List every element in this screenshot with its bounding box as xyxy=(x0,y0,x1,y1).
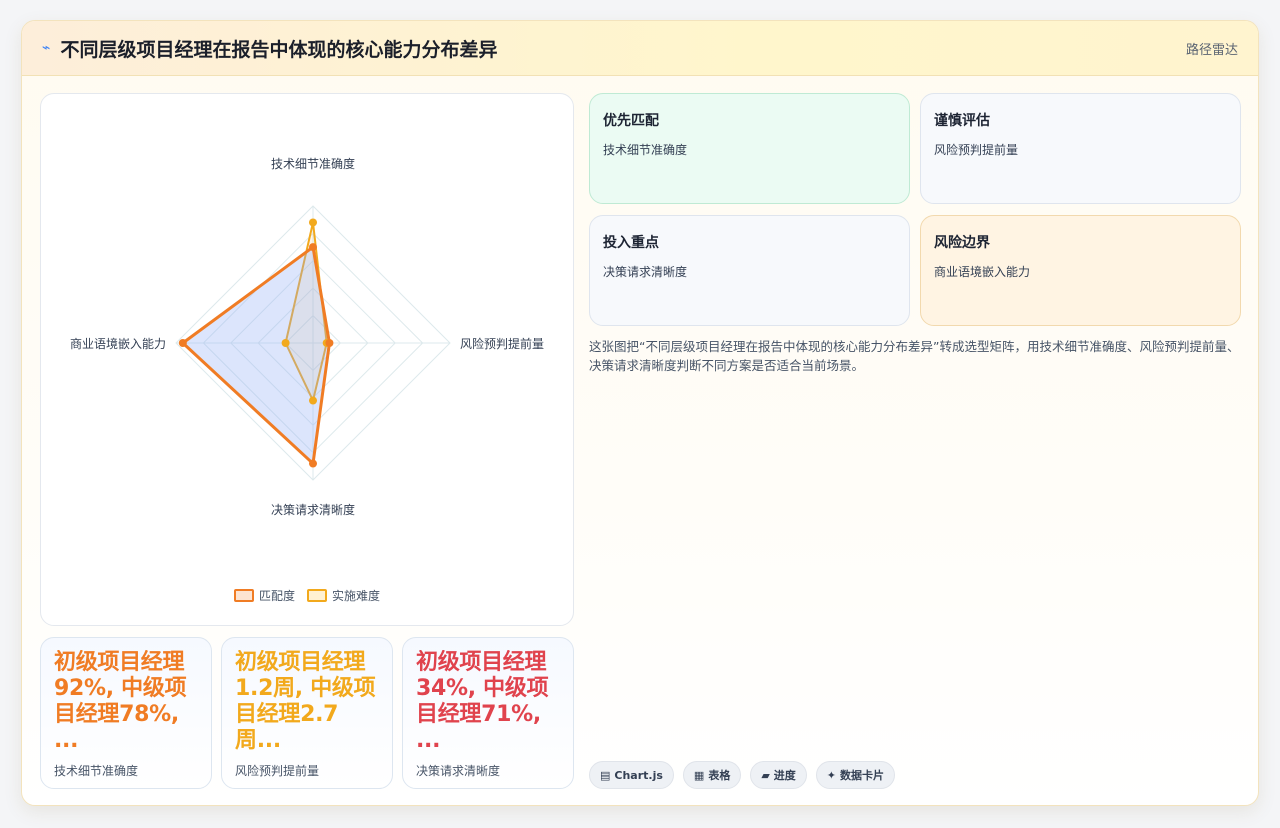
box-title: 风险边界 xyxy=(934,235,990,251)
chip-progress[interactable]: ▰ 进度 xyxy=(750,761,807,789)
chip-label: Chart.js xyxy=(614,768,663,782)
stat-card: 初级项目经理92%, 中级项目经理78%, ... 技术细节准确度 xyxy=(40,637,212,789)
stat-value: 初级项目经理1.2周, 中级项目经理2.7周... xyxy=(235,650,376,753)
box-title: 优先匹配 xyxy=(603,113,659,129)
legend-swatch-difficulty xyxy=(307,589,327,602)
stat-value: 初级项目经理92%, 中级项目经理78%, ... xyxy=(54,650,187,753)
radar-data-point xyxy=(309,243,317,252)
chart-description: 这张图把“不同层级项目经理在报告中体现的核心能力分布差异”转成选型矩阵，用技术细… xyxy=(589,339,1240,373)
box-careful-evaluate: 谨慎评估 风险预判提前量 xyxy=(920,93,1241,204)
stat-label: 风险预判提前量 xyxy=(235,764,320,778)
legend-label-match: 匹配度 xyxy=(258,589,295,603)
radar-data-point xyxy=(178,339,187,347)
radar-data-point xyxy=(281,339,290,347)
legend-swatch-match xyxy=(233,589,254,602)
radar-data-point xyxy=(309,396,317,405)
box-title: 谨慎评估 xyxy=(934,113,990,129)
radar-chart: 技术细节准确度风险预判提前量决策请求清晰度 商业语境嵌入能力 xyxy=(70,156,544,517)
box-title: 投入重点 xyxy=(603,235,659,251)
page-title: 不同层级项目经理在报告中体现的核心能力分布差异 xyxy=(60,38,498,61)
box-risk-boundary: 风险边界 商业语境嵌入能力 xyxy=(920,215,1241,326)
box-text: 风险预判提前量 xyxy=(934,143,1019,157)
box-text: 技术细节准确度 xyxy=(603,143,688,157)
legend-item-difficulty[interactable]: 实施难度 xyxy=(307,587,380,604)
chip-label: 表格 xyxy=(708,769,731,782)
radar-data-point xyxy=(325,339,334,347)
bolt-icon: ⌁ xyxy=(42,40,51,56)
chip-table[interactable]: ▦ 表格 xyxy=(682,761,742,789)
header-bar: ⌁ 不同层级项目经理在报告中体现的核心能力分布差异 路径雷达 xyxy=(22,21,1258,76)
stat-label: 决策请求清晰度 xyxy=(416,764,501,778)
progress-icon: ▰ xyxy=(761,768,770,782)
box-text: 决策请求清晰度 xyxy=(603,265,688,279)
box-investment-focus: 投入重点 决策请求清晰度 xyxy=(589,215,910,326)
radar-data-point xyxy=(309,218,317,227)
box-priority-match: 优先匹配 技术细节准确度 xyxy=(589,93,910,204)
tech-chips: ▤ Chart.js ▦ 表格 ▰ 进度 ✦ 数据卡片 xyxy=(589,761,896,789)
box-text: 商业语境嵌入能力 xyxy=(934,265,1031,279)
radar-chart-panel: 技术细节准确度风险预判提前量决策请求清晰度 商业语境嵌入能力 匹配度 实施难度 xyxy=(40,93,574,626)
chip-label: 进度 xyxy=(773,769,796,782)
stat-card: 初级项目经理1.2周, 中级项目经理2.7周... 风险预判提前量 xyxy=(221,637,393,789)
radar-axis-label: 决策请求清晰度 xyxy=(271,502,355,517)
radar-axis-label: 商业语境嵌入能力 xyxy=(70,336,166,351)
chart-legend: 匹配度 实施难度 xyxy=(41,587,573,604)
radar-data-point xyxy=(309,459,317,468)
chart-type-tag: 路径雷达 xyxy=(1185,42,1238,58)
stat-label: 技术细节准确度 xyxy=(54,764,139,778)
legend-label-difficulty: 实施难度 xyxy=(332,589,381,603)
chart-icon: ▤ xyxy=(600,768,611,782)
chip-data-card[interactable]: ✦ 数据卡片 xyxy=(815,761,896,789)
radar-series-area xyxy=(181,245,331,466)
radar-axis-label: 风险预判提前量 xyxy=(460,336,544,351)
dashboard-card: ⌁ 不同层级项目经理在报告中体现的核心能力分布差异 路径雷达 技术细节准确度风险… xyxy=(21,20,1259,806)
stat-card: 初级项目经理34%, 中级项目经理71%, ... 决策请求清晰度 xyxy=(402,637,574,789)
legend-item-match[interactable]: 匹配度 xyxy=(233,587,295,604)
radar-axis-label: 技术细节准确度 xyxy=(271,156,355,171)
chip-label: 数据卡片 xyxy=(840,769,885,782)
stat-value: 初级项目经理34%, 中级项目经理71%, ... xyxy=(416,650,549,753)
sparkle-icon: ✦ xyxy=(826,768,837,782)
table-icon: ▦ xyxy=(693,768,705,782)
chip-chartjs[interactable]: ▤ Chart.js xyxy=(589,761,674,789)
